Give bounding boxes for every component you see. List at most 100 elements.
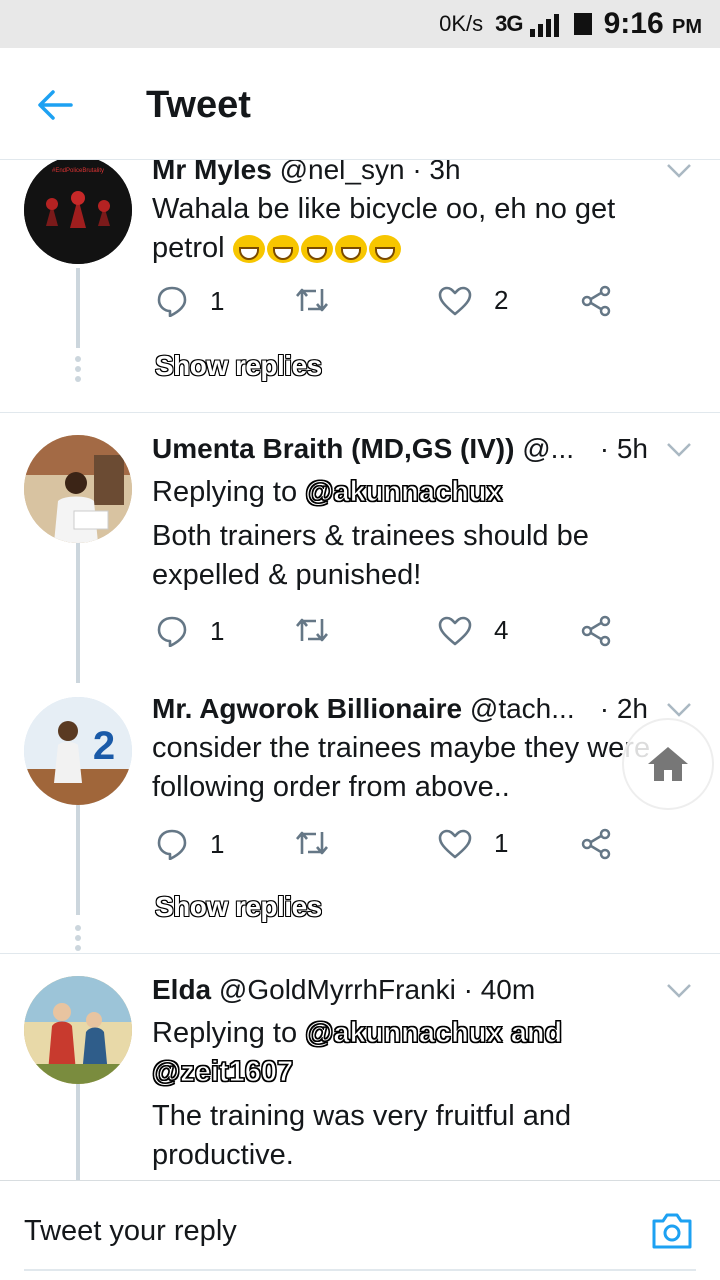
page-title: Tweet [146, 84, 251, 126]
arrow-left-icon [38, 90, 73, 120]
reply-button[interactable]: 1 [156, 285, 224, 317]
share-icon [581, 615, 611, 647]
retweet-button[interactable] [294, 828, 330, 858]
tweet-text-line: productive. [152, 1139, 294, 1171]
author-handle: @tach... [469, 693, 575, 724]
network-indicator: 3G [495, 11, 561, 38]
replying-to-line: Replying to @akunnachux [152, 476, 503, 509]
avatar[interactable] [24, 976, 132, 1084]
reply-icon [157, 286, 187, 317]
thread-dots [74, 925, 82, 955]
thread-line [76, 543, 80, 683]
reply-icon [157, 829, 187, 860]
chevron-down-icon[interactable] [666, 701, 692, 719]
author-handle: @GoldMyrrhFranki [218, 974, 456, 1005]
back-button[interactable] [32, 82, 78, 128]
like-count: 1 [494, 828, 509, 858]
tweet-item[interactable]: 2 Mr. Agworok Billionaire @tach... · 2h … [0, 683, 720, 953]
heart-icon [438, 829, 472, 858]
home-floating-button[interactable] [622, 718, 714, 810]
tweet-time: · 2h [599, 693, 648, 724]
avatar[interactable]: #EndPoliceBrutality [24, 160, 132, 264]
tweet-text-line: Wahala be like bicycle oo, eh no get [152, 193, 616, 225]
net-speed: 0K/s [439, 11, 484, 36]
author-handle: @nel_syn [279, 160, 405, 185]
thread-line [76, 1084, 80, 1180]
reply-icon [157, 616, 187, 647]
tweet-actions: 1 4 [152, 615, 632, 655]
signal-icon [529, 14, 559, 38]
camera-icon[interactable] [650, 1211, 694, 1251]
tweet-text-line: consider the trainees maybe they were [152, 732, 651, 764]
tweet-text-line: expelled & punished! [152, 559, 422, 591]
tweet-time: · 40m [463, 974, 536, 1005]
retweet-button[interactable] [294, 615, 330, 645]
tweet-text-line: Both trainers & trainees should be [152, 520, 589, 552]
tweet-text-line: petrol [152, 229, 403, 268]
tweet-item[interactable]: #EndPoliceBrutality Mr Myles @nel_syn · … [0, 160, 720, 412]
app-bar: Tweet [0, 48, 720, 160]
retweet-icon [296, 288, 328, 312]
show-replies-link[interactable]: Show replies [155, 891, 322, 923]
mention-link[interactable]: @akunnachux [305, 476, 503, 509]
battery-icon [573, 13, 592, 35]
author-name: Mr Myles [152, 160, 272, 185]
retweet-button[interactable] [294, 285, 330, 315]
heart-icon [438, 286, 472, 315]
laughing-emoji-icon [232, 232, 403, 264]
author-name: Umenta Braith (MD,GS (IV)) [152, 433, 515, 464]
home-icon [648, 747, 688, 781]
share-icon [581, 285, 611, 317]
status-bar: 0K/s 3G 9:16 PM [0, 0, 720, 48]
reply-underline [24, 1269, 696, 1271]
thread-line [76, 268, 80, 348]
tweet-text-line: The training was very fruitful and [152, 1100, 572, 1132]
chevron-down-icon[interactable] [666, 162, 692, 180]
tweet-text-line: following order from above.. [152, 771, 510, 803]
tweet-header: Mr. Agworok Billionaire @tach... [152, 693, 575, 725]
tweet-item[interactable]: Elda @GoldMyrrhFranki · 40m Replying to … [0, 954, 720, 1180]
tweet-header: Umenta Braith (MD,GS (IV)) @... [152, 433, 574, 465]
thread-dots [74, 356, 82, 386]
heart-icon [438, 616, 472, 645]
retweet-icon [296, 831, 328, 855]
share-button[interactable] [580, 615, 612, 647]
thread-line [76, 805, 80, 915]
reply-input[interactable]: Tweet your reply [24, 1215, 237, 1248]
tweet-header: Elda @GoldMyrrhFranki · 40m [152, 974, 535, 1006]
mention-link[interactable]: @akunnachux and [305, 1017, 563, 1050]
tweet-time: · 5h [599, 433, 648, 464]
author-handle: @... [522, 433, 575, 464]
reply-composer: Tweet your reply [0, 1180, 720, 1280]
reply-button[interactable]: 1 [156, 615, 224, 647]
like-button[interactable]: 2 [438, 285, 508, 316]
share-icon [581, 828, 611, 860]
reply-count: 1 [210, 828, 225, 859]
tweet-item[interactable]: Umenta Braith (MD,GS (IV)) @... · 5h Rep… [0, 413, 720, 683]
like-count: 2 [494, 285, 509, 315]
like-button[interactable]: 1 [438, 828, 508, 859]
avatar[interactable] [24, 435, 132, 543]
avatar[interactable]: 2 [24, 697, 132, 805]
mention-link[interactable]: @zeit1607 [151, 1056, 293, 1089]
tweet-actions: 1 2 [152, 285, 632, 325]
tweet-actions: 1 1 [152, 828, 632, 868]
show-replies-link[interactable]: Show replies [155, 350, 322, 382]
like-button[interactable]: 4 [438, 615, 508, 646]
chevron-down-icon[interactable] [666, 441, 692, 459]
like-count: 4 [494, 615, 509, 645]
tweet-time: · 3h [412, 160, 461, 185]
retweet-icon [296, 618, 328, 642]
chevron-down-icon[interactable] [666, 982, 692, 1000]
tweet-header: Mr Myles @nel_syn · 3h [152, 160, 461, 186]
avatar-caption: #EndPoliceBrutality [52, 168, 104, 174]
author-name: Mr. Agworok Billionaire [152, 693, 463, 724]
share-button[interactable] [580, 828, 612, 860]
reply-count: 1 [210, 615, 225, 646]
reply-count: 1 [210, 285, 225, 316]
reply-feed[interactable]: #EndPoliceBrutality Mr Myles @nel_syn · … [0, 160, 720, 1180]
share-button[interactable] [580, 285, 612, 317]
clock: 9:16 PM [603, 7, 702, 40]
avatar-badge: 2 [93, 724, 115, 768]
reply-button[interactable]: 1 [156, 828, 224, 860]
